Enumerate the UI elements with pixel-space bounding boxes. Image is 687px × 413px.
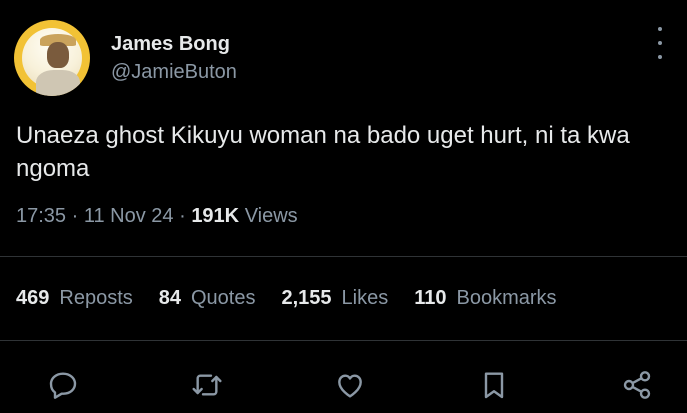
stat-label: Bookmarks: [456, 287, 557, 309]
stat-label: Likes: [341, 287, 389, 309]
tweet-date[interactable]: 11 Nov 24: [84, 205, 174, 227]
avatar[interactable]: [14, 20, 90, 96]
meta-separator: ·: [179, 205, 192, 227]
tweet-meta: 17:35 · 11 Nov 24 · 191K Views: [16, 205, 298, 228]
meta-separator: ·: [71, 205, 84, 227]
more-dot: [658, 41, 662, 45]
avatar-head: [47, 42, 69, 68]
stat-bookmarks[interactable]: 110 Bookmarks: [414, 287, 556, 310]
avatar-body: [36, 70, 80, 96]
author-name[interactable]: James Bong: [111, 33, 230, 56]
share-icon[interactable]: [620, 368, 654, 402]
stat-count: 2,155: [281, 287, 332, 309]
stat-count: 469: [16, 287, 50, 309]
tweet-text: Unaeza ghost Kikuyu woman na bado uget h…: [16, 122, 630, 182]
tweet-time[interactable]: 17:35: [16, 205, 66, 227]
reply-icon[interactable]: [46, 368, 80, 402]
tweet-header: James Bong @JamieButon: [14, 19, 687, 99]
stat-quotes[interactable]: 84 Quotes: [159, 287, 256, 310]
more-dot: [658, 27, 662, 31]
stat-label: Reposts: [59, 287, 133, 309]
stat-count: 110: [414, 287, 447, 309]
stat-likes[interactable]: 2,155 Likes: [281, 287, 388, 310]
author-handle[interactable]: @JamieButon: [111, 61, 237, 84]
views-count: 191K: [191, 205, 240, 227]
more-dot: [658, 55, 662, 59]
divider: [0, 340, 687, 341]
bookmark-icon[interactable]: [477, 368, 511, 402]
action-bar: [0, 360, 687, 410]
engagement-stats: 469 Reposts 84 Quotes 2,155 Likes 110 Bookma…: [16, 287, 557, 310]
divider: [0, 256, 687, 257]
stat-label: Quotes: [191, 287, 256, 309]
like-icon[interactable]: [333, 368, 367, 402]
stat-reposts[interactable]: 469 Reposts: [16, 287, 133, 310]
views-label: Views: [244, 205, 298, 227]
more-options-icon[interactable]: [652, 23, 668, 63]
avatar-photo: [22, 28, 82, 96]
stat-count: 84: [158, 287, 181, 309]
repost-icon[interactable]: [190, 368, 224, 402]
